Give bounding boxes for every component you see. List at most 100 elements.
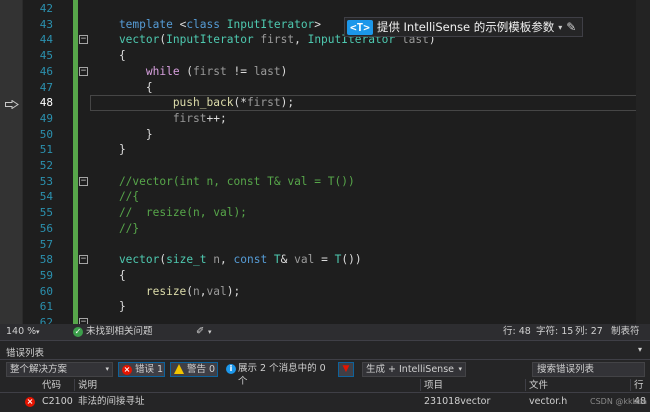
- code-token: >: [314, 17, 322, 31]
- code-text[interactable]: //}: [92, 221, 139, 237]
- code-text[interactable]: }: [92, 299, 126, 315]
- code-text[interactable]: //vector(int n, const T& val = T()): [92, 174, 355, 190]
- code-line[interactable]: 50 }: [0, 127, 650, 143]
- code-line[interactable]: 57: [0, 237, 650, 253]
- error-list-search-input[interactable]: 搜索错误列表: [532, 362, 645, 377]
- code-text[interactable]: //{: [92, 189, 139, 205]
- error-project: 231018vector: [424, 396, 491, 407]
- code-text[interactable]: {: [92, 268, 126, 284]
- code-line[interactable]: 49 first++;: [0, 111, 650, 127]
- code-line[interactable]: 42: [0, 1, 650, 17]
- pencil-icon[interactable]: ✎: [566, 20, 576, 34]
- error-description: 非法的间接寻址: [78, 396, 145, 407]
- editor-status-bar: 140 % ▾ ✓ 未找到相关问题 ✐ ▾ 行: 48 字符: 15 列: 27…: [0, 324, 650, 340]
- scope-select-value: 整个解决方案: [10, 364, 68, 375]
- code-text[interactable]: while (first != last): [92, 64, 288, 80]
- table-row[interactable]: × C2100 非法的间接寻址 231018vector vector.h 48: [0, 394, 650, 410]
- code-token: size_t: [166, 253, 207, 267]
- chevron-down-icon[interactable]: ▾: [208, 324, 212, 340]
- messages-filter-button[interactable]: i 展示 2 个消息中的 0 个: [224, 362, 332, 387]
- code-token: {: [92, 80, 153, 94]
- zoom-level[interactable]: 140 %: [6, 324, 36, 340]
- code-line[interactable]: 48 push_back(*first);: [0, 95, 650, 111]
- code-text[interactable]: }: [92, 127, 153, 143]
- line-number: 44: [39, 33, 53, 47]
- line-number: 42: [39, 2, 53, 15]
- code-line[interactable]: 47 {: [0, 80, 650, 96]
- fold-toggle-icon[interactable]: −: [79, 176, 88, 186]
- warnings-filter-button[interactable]: 警告 0: [170, 362, 218, 377]
- brush-icon[interactable]: ✐: [196, 324, 204, 340]
- column-header-code[interactable]: 代码: [42, 379, 61, 393]
- build-source-select[interactable]: 生成 + IntelliSense ▾: [362, 362, 466, 377]
- issue-status-text[interactable]: 未找到相关问题: [86, 324, 153, 340]
- code-token: InputIterator: [166, 33, 254, 47]
- indent-mode[interactable]: 制表符: [611, 324, 640, 340]
- code-line[interactable]: 53 − //vector(int n, const T& val = T()): [0, 174, 650, 190]
- chevron-down-icon[interactable]: ▾: [558, 23, 562, 32]
- code-line[interactable]: 51 }: [0, 142, 650, 158]
- line-number: 51: [39, 143, 53, 157]
- code-token: ): [280, 64, 288, 78]
- code-line[interactable]: 45 {: [0, 48, 650, 64]
- code-line[interactable]: 46 − while (first != last): [0, 64, 650, 80]
- line-number: 50: [39, 127, 53, 141]
- cursor-column: 列: 27: [575, 326, 603, 337]
- line-number: 43: [39, 17, 53, 31]
- code-line[interactable]: 56 //}: [0, 221, 650, 237]
- code-line[interactable]: 55 // resize(n, val);: [0, 205, 650, 221]
- fold-toggle-icon[interactable]: −: [79, 255, 88, 265]
- column-separator[interactable]: [74, 379, 75, 391]
- code-text[interactable]: {: [92, 80, 153, 96]
- errors-filter-label: 错误 1: [135, 364, 164, 375]
- warning-icon: [174, 364, 184, 374]
- code-line[interactable]: 58− vector(size_t n, const T& val = T()): [0, 252, 650, 268]
- vertical-scrollbar[interactable]: [636, 0, 650, 324]
- code-text[interactable]: {: [92, 48, 126, 64]
- code-token: class: [186, 17, 227, 31]
- code-token: first: [92, 111, 207, 125]
- code-line[interactable]: 61 }: [0, 299, 650, 315]
- code-token: while: [92, 64, 180, 78]
- column-header-project[interactable]: 项目: [424, 379, 443, 393]
- column-separator[interactable]: [630, 379, 631, 391]
- code-editor[interactable]: 42 43 template <class InputIterator> 44 − v…: [0, 0, 650, 324]
- errors-filter-button[interactable]: × 错误 1: [118, 362, 165, 377]
- column-header-line[interactable]: 行: [634, 379, 644, 393]
- code-line[interactable]: 52: [0, 158, 650, 174]
- column-header-file[interactable]: 文件: [529, 379, 548, 393]
- code-text[interactable]: first++;: [92, 111, 227, 127]
- line-number: 48: [39, 96, 53, 110]
- code-text[interactable]: vector(size_t n, const T& val = T()): [92, 252, 362, 268]
- panel-menu-icon[interactable]: ▾: [638, 345, 642, 354]
- template-intellisense-label: 提供 IntelliSense 的示例模板参数: [376, 20, 555, 34]
- line-number: 53: [39, 174, 53, 188]
- code-token: }: [92, 127, 153, 141]
- code-token: vector: [92, 33, 160, 47]
- code-token: first: [246, 96, 281, 110]
- template-intellisense-bar[interactable]: <T> 提供 IntelliSense 的示例模板参数 ▾ ✎: [344, 17, 583, 37]
- code-line[interactable]: 54 //{: [0, 189, 650, 205]
- code-token: {: [92, 268, 126, 282]
- filter-icon[interactable]: ▼: [338, 362, 354, 377]
- column-separator[interactable]: [420, 379, 421, 391]
- code-text[interactable]: push_back(*first);: [92, 95, 294, 111]
- code-line[interactable]: 62−: [0, 315, 650, 324]
- code-text[interactable]: }: [92, 142, 126, 158]
- column-header-description[interactable]: 说明: [78, 379, 97, 393]
- chevron-down-icon: ▾: [458, 365, 462, 373]
- code-line[interactable]: 60 resize(n,val);: [0, 284, 650, 300]
- fold-toggle-icon[interactable]: −: [79, 66, 88, 76]
- chevron-down-icon[interactable]: ▾: [36, 324, 40, 340]
- code-text[interactable]: // resize(n, val);: [92, 205, 247, 221]
- column-separator[interactable]: [525, 379, 526, 391]
- code-line[interactable]: 59 {: [0, 268, 650, 284]
- scope-select[interactable]: 整个解决方案 ▾: [6, 362, 113, 377]
- fold-toggle-icon[interactable]: −: [79, 35, 88, 45]
- code-token: val: [206, 284, 227, 298]
- line-number: 45: [39, 49, 53, 63]
- code-text[interactable]: template <class InputIterator>: [92, 17, 321, 33]
- code-token: //}: [92, 221, 140, 235]
- code-text[interactable]: resize(n,val);: [92, 284, 240, 300]
- code-token: val: [294, 253, 315, 267]
